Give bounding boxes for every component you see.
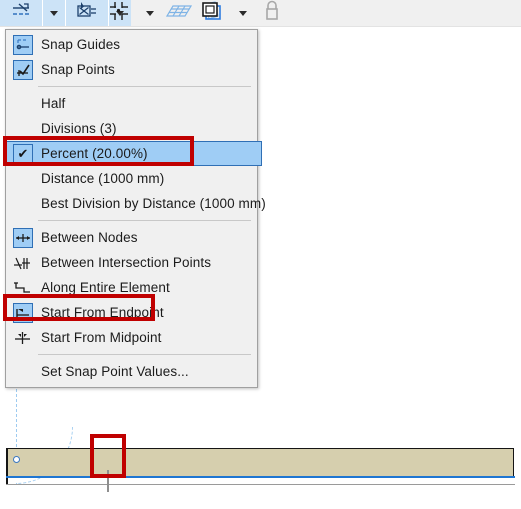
menu-item-start-from-midpoint[interactable]: Start From Midpoint	[6, 325, 257, 350]
padlock-icon	[262, 0, 282, 27]
between-nodes-icon	[13, 227, 33, 248]
wall-left-edge	[6, 448, 8, 485]
menu-icon-slot	[10, 93, 36, 115]
wall-node[interactable]	[13, 456, 20, 463]
lock-button[interactable]	[256, 0, 288, 26]
menu-icon-slot	[10, 361, 36, 383]
menu-item-label: Between Nodes	[41, 230, 138, 245]
menu-item-label: Half	[41, 96, 66, 111]
menu-item-label: Divisions (3)	[41, 121, 117, 136]
menu-icon-slot	[10, 227, 36, 249]
chevron-down-icon	[239, 10, 247, 16]
menu-icon-slot	[10, 327, 36, 349]
layers-icon	[201, 0, 225, 27]
menu-icon-slot	[10, 302, 36, 324]
construction-grid-icon	[165, 1, 193, 26]
menu-item-label: Snap Points	[41, 62, 115, 77]
menu-item-label: Set Snap Point Values...	[41, 364, 189, 379]
snap-guides-icon	[13, 34, 33, 55]
start-from-endpoint-icon	[13, 302, 33, 323]
layers-dropdown[interactable]	[230, 0, 256, 26]
menu-item-start-from-endpoint[interactable]: Start From Endpoint	[6, 300, 257, 325]
menu-item-best-division-by-distance[interactable]: Best Division by Distance (1000 mm)	[6, 191, 266, 216]
menu-icon-slot	[10, 34, 36, 56]
menu-icon-slot: ✔	[10, 143, 36, 165]
menu-item-label: Best Division by Distance (1000 mm)	[41, 196, 266, 211]
along-entire-element-icon	[14, 281, 30, 293]
snap-toolbar	[0, 0, 521, 27]
menu-item-label: Distance (1000 mm)	[41, 171, 165, 186]
menu-separator-1	[6, 82, 257, 91]
menu-icon-slot	[10, 118, 36, 140]
start-from-midpoint-icon	[15, 331, 30, 344]
menu-item-percent[interactable]: ✔ Percent (20.00%)	[5, 141, 262, 166]
snap-points-icon	[13, 59, 33, 80]
menu-icon-slot	[10, 277, 36, 299]
wall-element[interactable]	[6, 448, 514, 478]
snap-guides-dropdown[interactable]	[43, 0, 65, 26]
menu-item-set-snap-point-values[interactable]: Set Snap Point Values...	[6, 359, 257, 384]
grid-snap-button[interactable]	[102, 0, 138, 26]
snap-guides-button[interactable]	[0, 0, 42, 26]
chevron-down-icon	[50, 10, 58, 16]
menu-icon-slot	[10, 252, 36, 274]
menu-item-label: Start From Endpoint	[41, 305, 164, 320]
menu-item-between-nodes[interactable]: Between Nodes	[6, 225, 257, 250]
check-icon: ✔	[13, 143, 33, 164]
wall-reference-line	[6, 476, 515, 478]
snap-guides-icon	[10, 2, 32, 25]
menu-icon-slot	[10, 193, 36, 215]
menu-item-label: Percent (20.00%)	[41, 146, 148, 161]
menu-separator-3	[6, 350, 257, 359]
menu-item-distance[interactable]: Distance (1000 mm)	[6, 166, 257, 191]
menu-item-label: Snap Guides	[41, 37, 121, 52]
wall-outline-line	[6, 484, 515, 485]
layers-button[interactable]	[196, 0, 230, 26]
menu-item-between-intersection-points[interactable]: Between Intersection Points	[6, 250, 257, 275]
menu-separator-2	[6, 216, 257, 225]
menu-item-snap-points[interactable]: Snap Points	[6, 57, 257, 82]
menu-item-label: Between Intersection Points	[41, 255, 212, 270]
menu-item-label: Along Entire Element	[41, 280, 170, 295]
check-glyph: ✔	[17, 146, 29, 161]
snap-points-menu[interactable]: Snap Guides Snap Points Half Divisions (…	[5, 29, 266, 388]
grid-snap-dropdown[interactable]	[138, 0, 162, 26]
menu-item-half[interactable]: Half	[6, 91, 257, 116]
chevron-down-icon	[146, 10, 154, 16]
menu-item-along-entire-element[interactable]: Along Entire Element	[6, 275, 257, 300]
snap-point-marker	[107, 470, 109, 492]
between-intersections-icon	[14, 257, 30, 269]
menu-item-divisions[interactable]: Divisions (3)	[6, 116, 257, 141]
construction-grid-button[interactable]	[162, 0, 196, 26]
menu-icon-slot	[10, 168, 36, 190]
grid-snap-icon	[108, 0, 132, 27]
snap-points-icon	[75, 1, 99, 26]
menu-item-label: Start From Midpoint	[41, 330, 162, 345]
menu-icon-slot	[10, 59, 36, 81]
menu-item-snap-guides[interactable]: Snap Guides	[6, 32, 257, 57]
